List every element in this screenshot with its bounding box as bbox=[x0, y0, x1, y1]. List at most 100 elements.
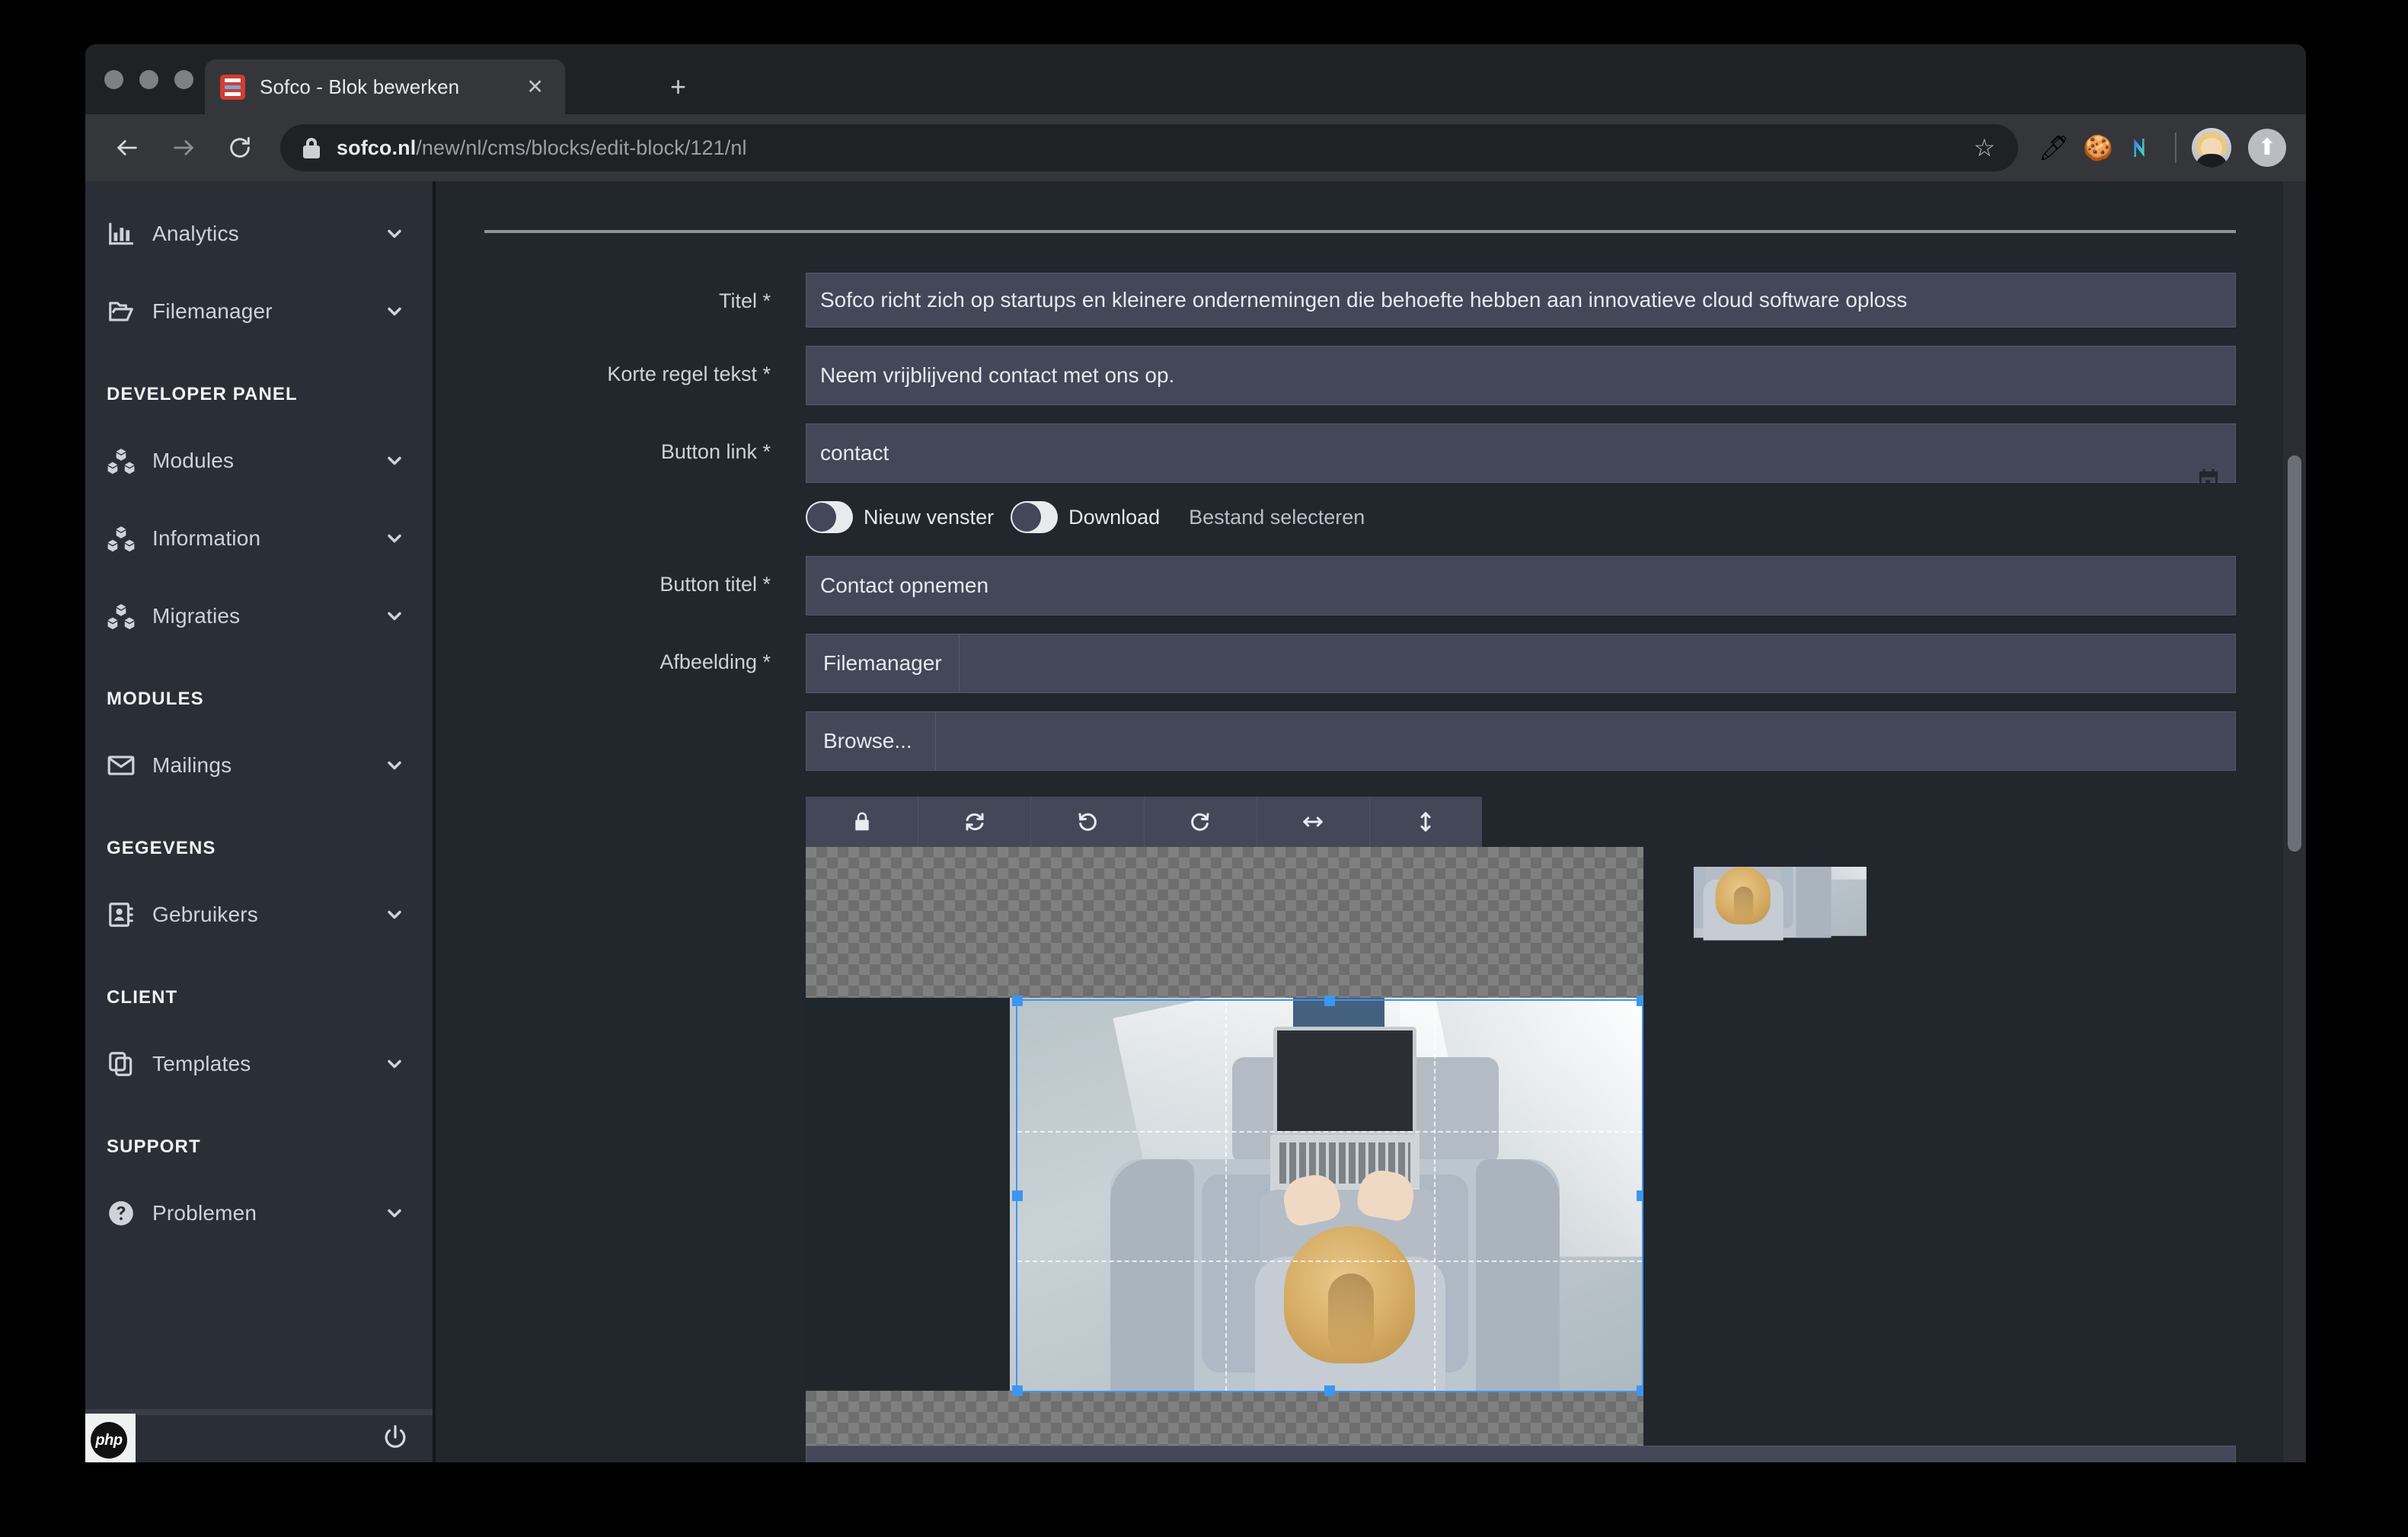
field-wrapper: contact Nieuw venster Download Bestand s… bbox=[806, 423, 2236, 538]
eyedropper-icon[interactable]: 🖊 bbox=[2032, 126, 2076, 170]
sidebar-item-information[interactable]: Information bbox=[85, 516, 433, 561]
back-arrow-icon[interactable] bbox=[104, 124, 151, 171]
download-toggle[interactable] bbox=[1011, 501, 1059, 533]
filemanager-button[interactable]: Filemanager bbox=[806, 634, 959, 693]
close-icon[interactable]: ✕ bbox=[520, 74, 550, 101]
cookie-icon[interactable]: 🍪 bbox=[2076, 126, 2120, 170]
chevron-down-icon[interactable] bbox=[384, 755, 405, 776]
sidebar-item-gebruikers[interactable]: Gebruikers bbox=[85, 893, 433, 937]
flip-vertical-icon[interactable] bbox=[1370, 797, 1482, 847]
lock-icon bbox=[303, 137, 320, 158]
crop-selection-box[interactable] bbox=[1012, 995, 1643, 1396]
upload-arrow-icon[interactable]: ⬆ bbox=[2248, 129, 2286, 167]
titel-input[interactable]: Sofco richt zich op startups en kleinere… bbox=[806, 273, 2236, 328]
bestand-selecteren-link[interactable]: Bestand selecteren bbox=[1189, 506, 1365, 529]
lock-icon[interactable] bbox=[806, 797, 919, 847]
address-bar[interactable]: sofco.nl/new/nl/cms/blocks/edit-block/12… bbox=[280, 124, 2018, 171]
content-divider bbox=[484, 230, 2236, 233]
minimize-window-button[interactable] bbox=[139, 70, 158, 89]
cropper-area bbox=[806, 847, 2236, 1456]
form-row-korte-regel-tekst: Korte regel tekst * Neem vrijblijvend co… bbox=[484, 346, 2236, 405]
link-options: Nieuw venster Download Bestand selectere… bbox=[806, 497, 2236, 538]
flip-horizontal-icon[interactable] bbox=[1257, 797, 1370, 847]
reset-icon[interactable] bbox=[918, 797, 1032, 847]
crop-handle-sw[interactable] bbox=[1012, 1385, 1023, 1396]
site-favicon-icon bbox=[220, 74, 245, 100]
calendar-icon[interactable] bbox=[2195, 467, 2222, 494]
chevron-down-icon[interactable] bbox=[384, 1203, 405, 1224]
crop-handle-se[interactable] bbox=[1637, 1385, 1643, 1396]
chevron-down-icon[interactable] bbox=[384, 301, 405, 322]
sidebar-item-filemanager[interactable]: Filemanager bbox=[85, 289, 433, 334]
avatar[interactable] bbox=[2192, 128, 2231, 168]
crop-handle-nw[interactable] bbox=[1012, 995, 1023, 1006]
tab-title: Sofco - Blok bewerken bbox=[260, 75, 460, 98]
copy-layers-icon bbox=[107, 1050, 143, 1078]
field-wrapper: Contact opnemen bbox=[806, 556, 2236, 615]
browser-window: Sofco - Blok bewerken ✕ + sofco.nl/new/n… bbox=[85, 44, 2306, 1462]
page-viewport: Analytics Filemanager DEVELOPER PANEL Mo… bbox=[85, 181, 2306, 1462]
cubes-icon bbox=[107, 446, 143, 475]
nieuw-venster-toggle[interactable] bbox=[806, 501, 853, 533]
browse-button[interactable]: Browse... bbox=[806, 711, 935, 771]
power-icon[interactable] bbox=[381, 1423, 410, 1456]
form-row-browse: Browse... bbox=[484, 711, 2236, 771]
sidebar-item-modules[interactable]: Modules bbox=[85, 439, 433, 483]
field-wrapper: Filemanager bbox=[806, 634, 2236, 693]
chevron-down-icon[interactable] bbox=[384, 606, 405, 627]
sidebar-item-label: Problemen bbox=[152, 1201, 257, 1225]
cubes-icon bbox=[107, 524, 143, 553]
sidebar-item-label: Filemanager bbox=[152, 299, 273, 323]
rotate-left-icon[interactable] bbox=[1031, 797, 1145, 847]
field-wrapper: Sofco richt zich op startups en kleinere… bbox=[806, 273, 2236, 328]
crop-handle-ne[interactable] bbox=[1637, 995, 1643, 1006]
window-traffic-lights[interactable] bbox=[104, 70, 193, 89]
sidebar-item-templates[interactable]: Templates bbox=[85, 1042, 433, 1086]
crop-handle-n[interactable] bbox=[1324, 995, 1335, 1006]
star-icon[interactable]: ☆ bbox=[1973, 136, 1995, 160]
cropper-canvas[interactable] bbox=[806, 847, 1643, 1456]
page-scrollbar[interactable] bbox=[2283, 181, 2306, 1462]
sidebar-item-analytics[interactable]: Analytics bbox=[85, 212, 433, 256]
rotate-right-icon[interactable] bbox=[1145, 797, 1257, 847]
browse-file-input[interactable] bbox=[935, 711, 2236, 771]
sidebar-section-client: CLIENT bbox=[107, 987, 178, 1008]
notion-extension-icon[interactable] bbox=[2120, 126, 2164, 170]
form-row-titel: Titel * Sofco richt zich op startups en … bbox=[484, 273, 2236, 328]
field-label: Titel * bbox=[718, 289, 771, 312]
chevron-down-icon[interactable] bbox=[384, 223, 405, 244]
afbeelding-input[interactable] bbox=[958, 634, 2236, 693]
chevron-down-icon[interactable] bbox=[384, 528, 405, 549]
close-window-button[interactable] bbox=[104, 70, 123, 89]
browser-tab[interactable]: Sofco - Blok bewerken ✕ bbox=[205, 59, 565, 114]
sidebar-item-label: Analytics bbox=[152, 222, 239, 245]
crop-handle-w[interactable] bbox=[1012, 1190, 1023, 1201]
field-wrapper: Browse... bbox=[806, 711, 2236, 771]
forward-arrow-icon[interactable] bbox=[160, 124, 207, 171]
sidebar-item-mailings[interactable]: Mailings bbox=[85, 743, 433, 788]
url-text: sofco.nl/new/nl/cms/blocks/edit-block/12… bbox=[337, 136, 747, 160]
sidebar-item-problemen[interactable]: Problemen bbox=[85, 1191, 433, 1235]
app-sidebar: Analytics Filemanager DEVELOPER PANEL Mo… bbox=[85, 181, 436, 1462]
button-link-input[interactable]: contact bbox=[806, 423, 2236, 483]
sidebar-section-modules: MODULES bbox=[107, 689, 204, 709]
crop-handle-e[interactable] bbox=[1637, 1190, 1643, 1201]
button-titel-input[interactable]: Contact opnemen bbox=[806, 556, 2236, 615]
sidebar-item-label: Gebruikers bbox=[152, 903, 258, 926]
maximize-window-button[interactable] bbox=[174, 70, 193, 89]
nieuw-venster-label: Nieuw venster bbox=[864, 505, 995, 529]
korte-regel-tekst-input[interactable]: Neem vrijblijvend contact met ons op. bbox=[806, 346, 2236, 405]
chevron-down-icon[interactable] bbox=[384, 450, 405, 471]
next-field-partially-visible[interactable] bbox=[806, 1446, 2236, 1462]
form-row-afbeelding: Afbeelding * Filemanager bbox=[484, 634, 2236, 693]
sidebar-item-migraties[interactable]: Migraties bbox=[85, 594, 433, 638]
sidebar-divider bbox=[85, 1409, 433, 1415]
chevron-down-icon[interactable] bbox=[384, 904, 405, 925]
plus-icon[interactable]: + bbox=[670, 73, 686, 101]
reload-icon[interactable] bbox=[216, 124, 263, 171]
sidebar-item-label: Mailings bbox=[152, 753, 232, 777]
url-path: /new/nl/cms/blocks/edit-block/121/nl bbox=[416, 136, 747, 159]
chevron-down-icon[interactable] bbox=[384, 1053, 405, 1075]
page-scrollbar-thumb[interactable] bbox=[2288, 455, 2301, 852]
crop-handle-s[interactable] bbox=[1324, 1385, 1335, 1396]
